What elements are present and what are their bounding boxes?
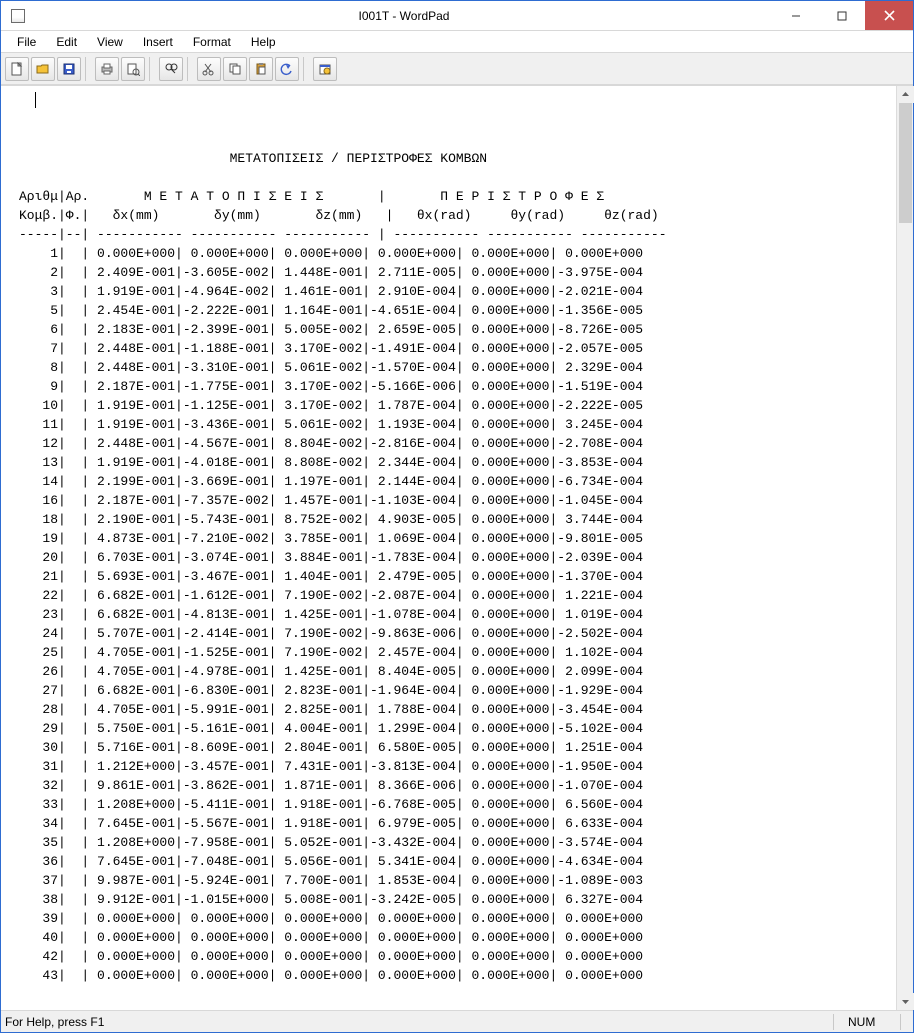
text-document[interactable]: ΜΕΤΑΤΟΠΙΣΕΙΣ / ΠΕΡΙΣΤΡΟΦΕΣ ΚΟΜΒΩΝ Αριθμ|… [1, 86, 896, 1010]
close-button[interactable] [865, 1, 913, 30]
menu-insert[interactable]: Insert [133, 33, 183, 51]
status-bar: For Help, press F1 NUM [1, 1010, 913, 1032]
menu-edit[interactable]: Edit [46, 33, 87, 51]
app-window: I001T - WordPad File Edit View Insert Fo… [0, 0, 914, 1033]
find-button[interactable] [159, 57, 183, 81]
save-button[interactable] [57, 57, 81, 81]
paste-button[interactable] [249, 57, 273, 81]
menu-bar: File Edit View Insert Format Help [1, 31, 913, 53]
datetime-button[interactable] [313, 57, 337, 81]
status-numlock: NUM [842, 1015, 892, 1029]
maximize-button[interactable] [819, 1, 865, 30]
status-separator [900, 1014, 901, 1030]
print-button[interactable] [95, 57, 119, 81]
menu-view[interactable]: View [87, 33, 133, 51]
app-icon [1, 1, 35, 30]
window-controls [773, 1, 913, 30]
text-caret [35, 92, 36, 108]
menu-file[interactable]: File [7, 33, 46, 51]
scroll-thumb[interactable] [899, 103, 912, 223]
menu-help[interactable]: Help [241, 33, 286, 51]
cut-button[interactable] [197, 57, 221, 81]
document-area: ΜΕΤΑΤΟΠΙΣΕΙΣ / ΠΕΡΙΣΤΡΟΦΕΣ ΚΟΜΒΩΝ Αριθμ|… [1, 85, 913, 1010]
minimize-button[interactable] [773, 1, 819, 30]
window-title: I001T - WordPad [35, 1, 773, 30]
new-button[interactable] [5, 57, 29, 81]
scroll-down-button[interactable] [897, 993, 914, 1010]
document-text: ΜΕΤΑΤΟΠΙΣΕΙΣ / ΠΕΡΙΣΤΡΟΦΕΣ ΚΟΜΒΩΝ Αριθμ|… [19, 149, 896, 985]
print-preview-button[interactable] [121, 57, 145, 81]
open-button[interactable] [31, 57, 55, 81]
copy-button[interactable] [223, 57, 247, 81]
scroll-up-button[interactable] [897, 86, 914, 103]
title-bar: I001T - WordPad [1, 1, 913, 31]
toolbar-separator [303, 57, 309, 81]
toolbar-separator [85, 57, 91, 81]
toolbar [1, 53, 913, 85]
toolbar-separator [149, 57, 155, 81]
status-separator [833, 1014, 834, 1030]
undo-button[interactable] [275, 57, 299, 81]
vertical-scrollbar[interactable] [896, 86, 913, 1010]
status-help-text: For Help, press F1 [5, 1015, 825, 1029]
toolbar-separator [187, 57, 193, 81]
menu-format[interactable]: Format [183, 33, 241, 51]
